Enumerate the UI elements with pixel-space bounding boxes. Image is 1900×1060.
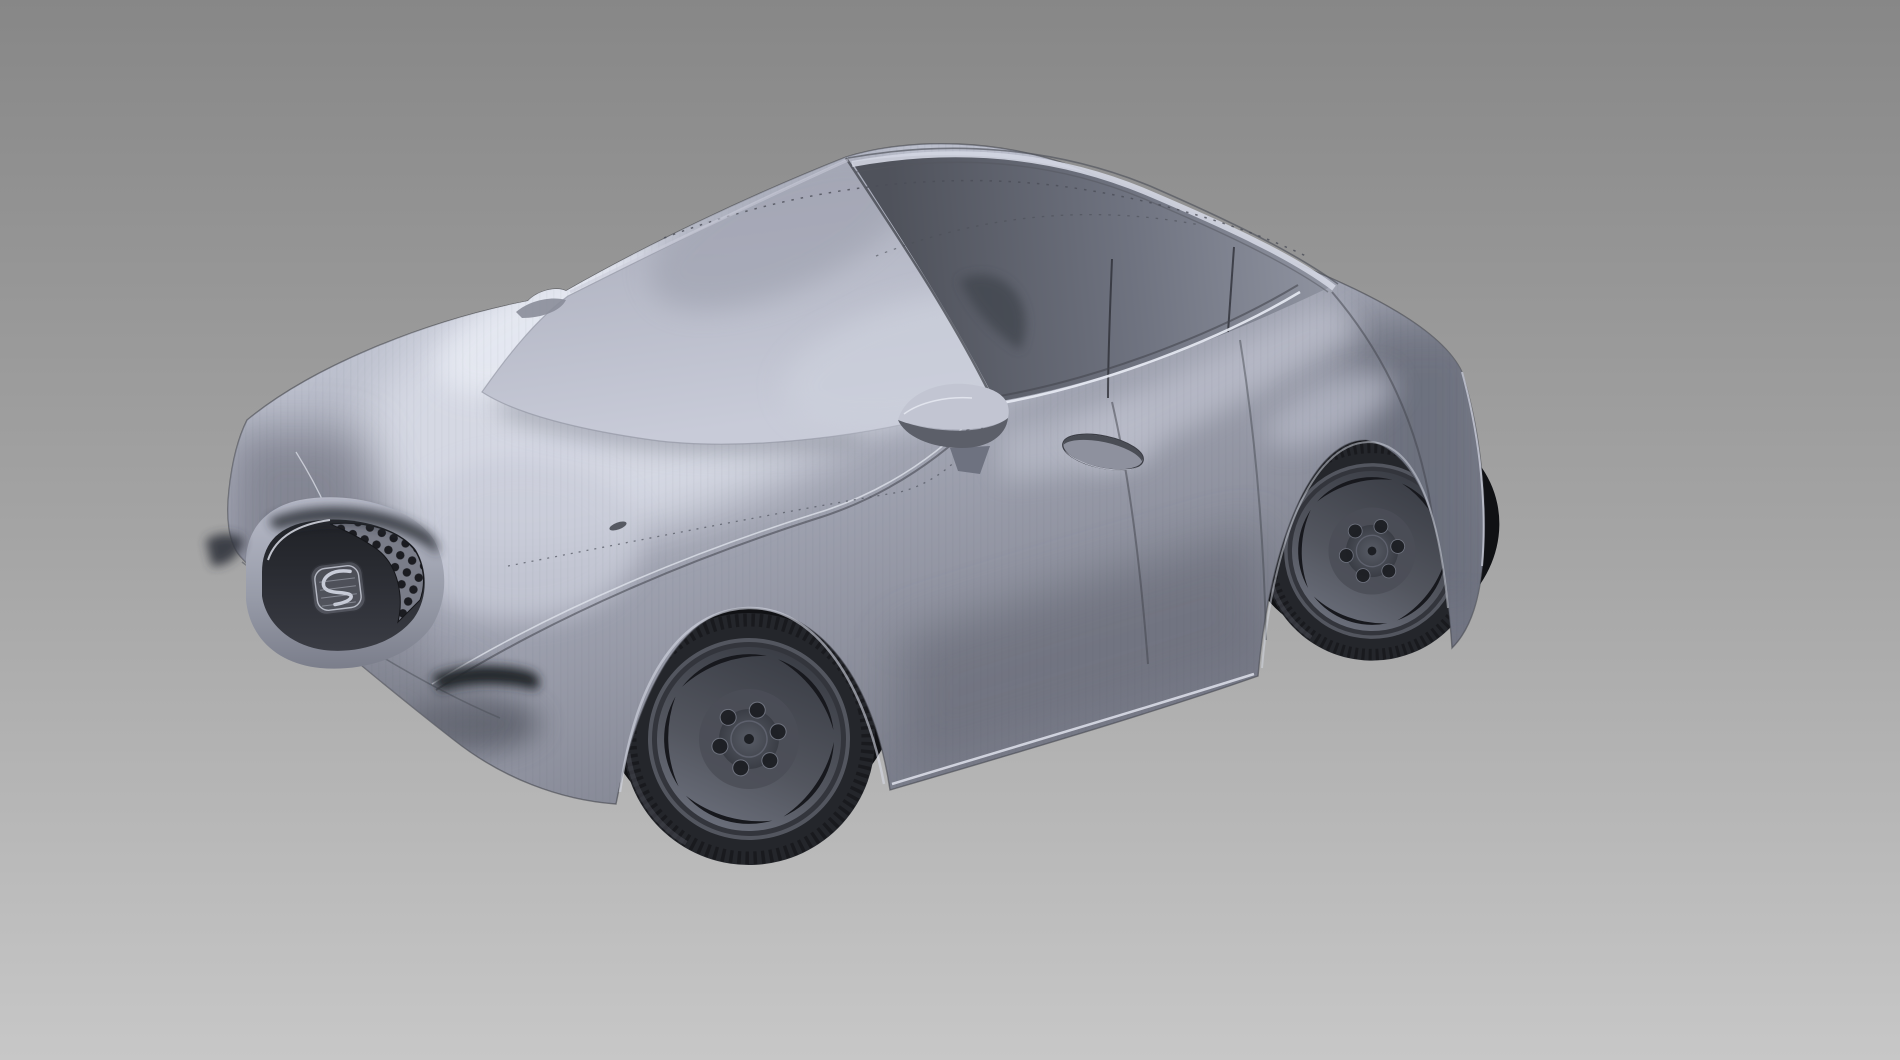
front-grille [246,497,444,668]
seat-badge [309,560,367,616]
car-render-canvas [0,0,1900,1060]
viewport-3d[interactable] [0,0,1900,1060]
